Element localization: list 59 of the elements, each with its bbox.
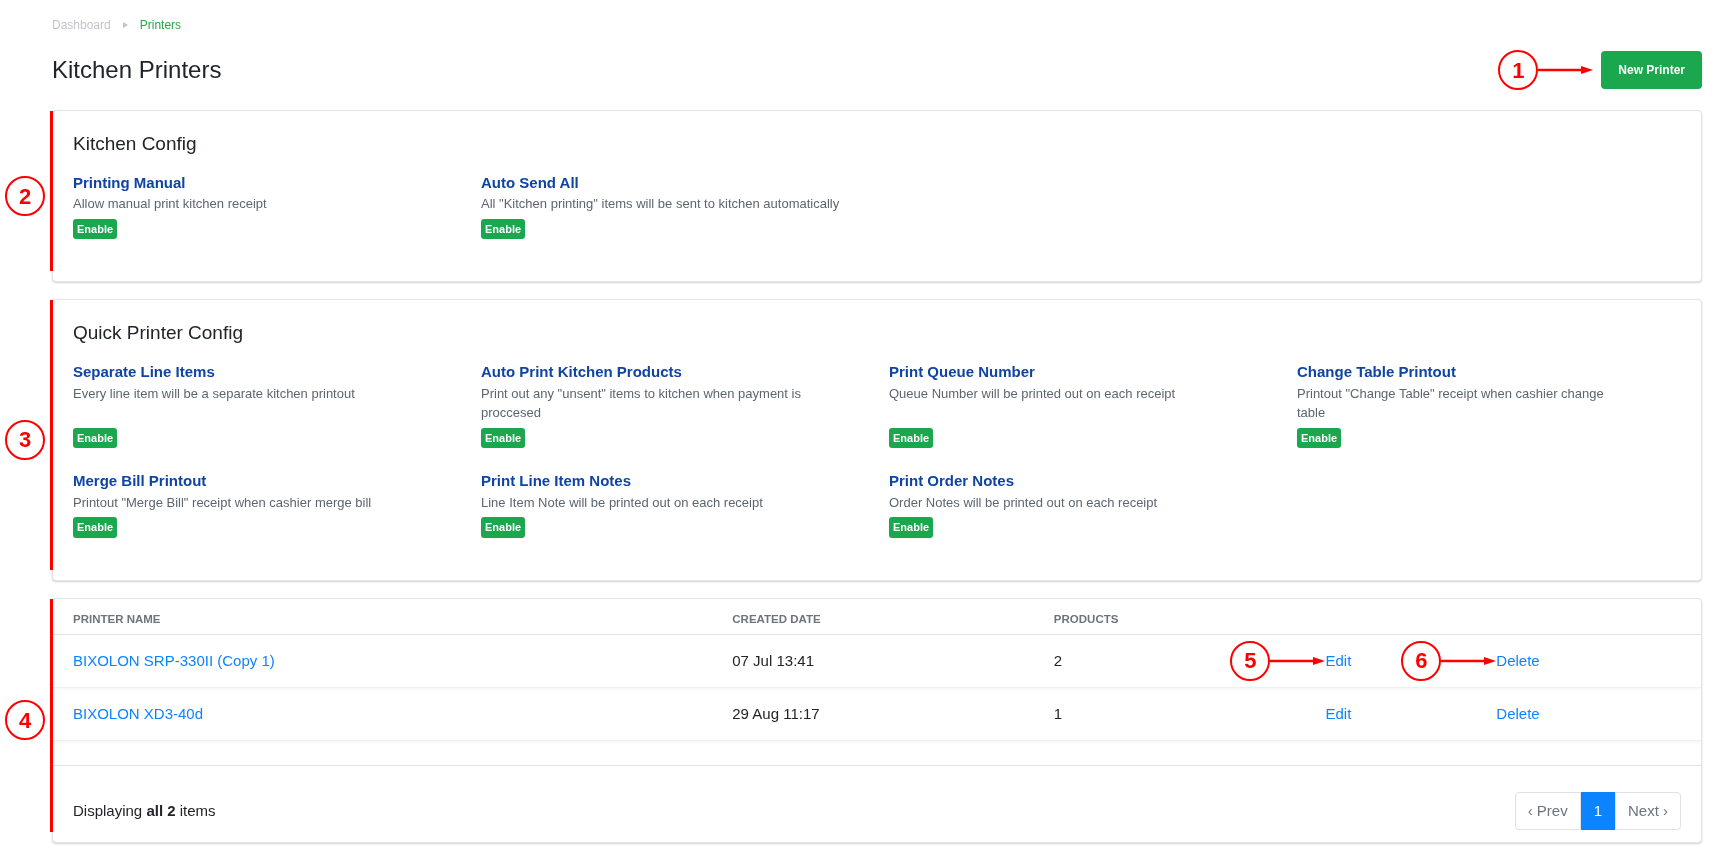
column-header: PRINTER NAME [73, 611, 162, 627]
arrow-icon [1441, 655, 1497, 666]
arrow-icon [1538, 65, 1594, 75]
edit-link[interactable]: Edit [1325, 702, 1352, 726]
callout-number: 4 [5, 700, 45, 741]
callout-number: 2 [5, 176, 45, 217]
setting-description: All "Kitchen printing" items will be sent to kitchen automatically [481, 195, 841, 214]
breadcrumb-separator-icon [122, 22, 128, 28]
status-badge: Enable [481, 218, 526, 240]
pagination-summary: Displaying all 2 items [73, 800, 216, 821]
status-badge: Enable [889, 517, 934, 538]
status-badge: Enable [481, 517, 526, 538]
setting-description: Line Item Note will be printed out on each receipt [481, 493, 764, 512]
printer-name-link[interactable]: BIXOLON XD3-40d [73, 704, 204, 722]
column-header: PRODUCTS [1053, 611, 1120, 627]
setting-title: Printing Manual [73, 172, 187, 193]
edit-link[interactable]: Edit [1325, 649, 1352, 673]
setting-title: Auto Print Kitchen Products [481, 362, 683, 383]
status-badge: Enable [73, 517, 118, 538]
setting-title: Print Queue Number [889, 362, 1036, 383]
setting-title: Auto Send All [481, 172, 580, 193]
pagination-link[interactable]: 1 [1580, 791, 1615, 831]
setting-title: Merge Bill Printout [73, 471, 208, 492]
status-badge: Enable [889, 427, 934, 449]
setting-description: Printout "Change Table" receipt when cashier change table [1297, 384, 1605, 423]
setting-title: Print Order Notes [889, 471, 1016, 492]
new-printer-button[interactable]: New Printer [1601, 51, 1702, 89]
setting-description: Queue Number will be printed out on each receipt [889, 384, 1177, 403]
setting-description: Every line item will be a separate kitchen printout [73, 384, 356, 403]
section-title: Kitchen Config [73, 133, 198, 156]
status-badge: Enable [73, 427, 118, 449]
setting-title: Change Table Printout [1297, 362, 1457, 383]
setting-title: Separate Line Items [73, 362, 216, 383]
table-cell-text: 07 Jul 13:41 [732, 650, 815, 671]
delete-link[interactable]: Delete [1496, 702, 1540, 726]
pagination-link[interactable]: Next › [1615, 791, 1681, 831]
setting-description: Print out any "unsent" items to kitchen when payment is proccesed [481, 384, 802, 423]
breadcrumb-item: Printers [139, 17, 182, 34]
page-title: Kitchen Printers [52, 55, 222, 85]
status-badge: Enable [73, 218, 118, 240]
pagination-link[interactable]: ‹ Prev [1514, 791, 1581, 831]
setting-title: Print Line Item Notes [481, 471, 633, 492]
callout-number: 6 [1401, 640, 1442, 681]
table-cell-text: 1 [1053, 703, 1064, 724]
callout-number: 1 [1498, 50, 1539, 90]
printer-name-link[interactable]: BIXOLON SRP-330II (Copy 1) [73, 651, 275, 669]
table-cell-text: 29 Aug 11:17 [732, 703, 821, 724]
status-badge: Enable [481, 427, 526, 449]
column-header: CREATED DATE [732, 611, 822, 627]
table-cell-text: 2 [1053, 650, 1064, 671]
callout-number: 3 [5, 419, 45, 460]
setting-description: Order Notes will be printed out on each receipt [889, 493, 1159, 512]
section-title: Quick Printer Config [73, 322, 244, 346]
callout-number: 5 [1230, 640, 1271, 681]
status-badge: Enable [1297, 427, 1342, 449]
arrow-icon [1270, 655, 1326, 666]
delete-link[interactable]: Delete [1496, 649, 1540, 673]
setting-description: Allow manual print kitchen receipt [73, 195, 268, 214]
setting-description: Printout "Merge Bill" receipt when cashier merge bill [73, 493, 373, 512]
